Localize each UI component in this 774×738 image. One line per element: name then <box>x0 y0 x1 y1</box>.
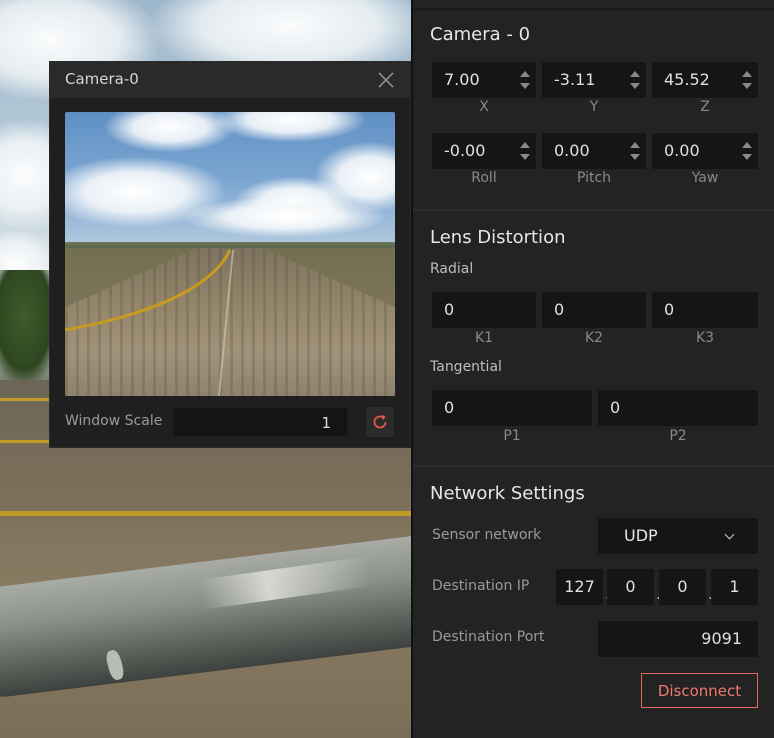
axis-label-pitch: Pitch <box>576 170 612 186</box>
label-k2: K2 <box>584 330 604 346</box>
reset-scale-button[interactable] <box>366 407 394 437</box>
chevron-down-icon <box>724 529 735 540</box>
spinner-arrows-icon[interactable] <box>742 69 752 91</box>
sensor-network-select[interactable]: UDP <box>598 518 758 554</box>
position-y-value: -3.11 <box>554 70 596 89</box>
camera-preview-window[interactable]: Camera-0 Window Scale 1 <box>50 62 410 447</box>
disconnect-label: Disconnect <box>657 682 742 700</box>
p2-value: 0 <box>610 398 621 417</box>
k3-value: 0 <box>664 300 675 319</box>
destination-port-label: Destination Port <box>432 629 545 645</box>
p1-value: 0 <box>444 398 455 417</box>
k2-value: 0 <box>554 300 565 319</box>
feed-runway-lines <box>65 249 234 396</box>
position-y-field[interactable]: -3.11 <box>542 62 646 98</box>
window-title: Camera-0 <box>65 70 139 88</box>
taxi-line <box>0 398 50 401</box>
spinner-arrows-icon[interactable] <box>742 140 752 162</box>
rotation-pitch-field[interactable]: 0.00 <box>542 133 646 169</box>
lens-section-title: Lens Distortion <box>430 227 566 248</box>
label-p1: P1 <box>503 428 521 444</box>
yaw-value: 0.00 <box>664 141 700 160</box>
position-z-field[interactable]: 45.52 <box>652 62 758 98</box>
p2-input[interactable]: 0 <box>598 390 758 426</box>
pitch-value: 0.00 <box>554 141 590 160</box>
destination-port-input[interactable]: 9091 <box>598 621 758 657</box>
window-scale-input[interactable]: 1 <box>173 407 348 437</box>
window-scale-label: Window Scale <box>65 413 163 429</box>
position-z-value: 45.52 <box>664 70 710 89</box>
network-section-title: Network Settings <box>430 483 585 504</box>
properties-panel: Camera - 0 7.00 -3.11 45.52 X Y Z -0.00 … <box>411 0 774 738</box>
panel-top-divider <box>413 8 774 10</box>
k3-input[interactable]: 0 <box>652 292 758 328</box>
axis-label-x: X <box>479 99 489 115</box>
k1-value: 0 <box>444 300 455 319</box>
destination-port-value: 9091 <box>701 629 742 648</box>
ip-octet-4[interactable]: 1 <box>711 569 758 605</box>
ip-octet-2[interactable]: 0 <box>607 569 654 605</box>
spinner-arrows-icon[interactable] <box>630 140 640 162</box>
ip-octet-3-value: 0 <box>677 577 688 596</box>
k1-input[interactable]: 0 <box>432 292 536 328</box>
section-divider <box>413 209 774 211</box>
label-k1: K1 <box>474 330 494 346</box>
radial-label: Radial <box>430 261 474 277</box>
rotation-roll-field[interactable]: -0.00 <box>432 133 536 169</box>
disconnect-button[interactable]: Disconnect <box>641 673 758 708</box>
k2-input[interactable]: 0 <box>542 292 646 328</box>
taxi-line <box>0 440 50 443</box>
tangential-label: Tangential <box>430 359 502 375</box>
axis-label-z: Z <box>700 99 710 115</box>
ip-octet-2-value: 0 <box>625 577 636 596</box>
ip-octet-1-value: 127 <box>564 577 595 596</box>
position-x-field[interactable]: 7.00 <box>432 62 536 98</box>
camera-section-title: Camera - 0 <box>430 24 531 45</box>
position-x-value: 7.00 <box>444 70 480 89</box>
roll-value: -0.00 <box>444 141 486 160</box>
camera-feed-image <box>65 112 395 396</box>
label-p2: P2 <box>669 428 687 444</box>
axis-label-roll: Roll <box>471 170 497 186</box>
section-divider <box>413 465 774 467</box>
label-k3: K3 <box>695 330 715 346</box>
sensor-network-label: Sensor network <box>432 527 542 543</box>
axis-label-y: Y <box>589 99 599 115</box>
destination-ip-label: Destination IP <box>432 578 530 594</box>
spinner-arrows-icon[interactable] <box>520 69 530 91</box>
ip-octet-4-value: 1 <box>729 577 740 596</box>
ip-octet-1[interactable]: 127 <box>556 569 603 605</box>
window-title-bar[interactable]: Camera-0 <box>50 62 410 98</box>
close-icon[interactable] <box>377 71 395 89</box>
ip-octet-3[interactable]: 0 <box>659 569 706 605</box>
rotation-yaw-field[interactable]: 0.00 <box>652 133 758 169</box>
axis-label-yaw: Yaw <box>691 170 719 186</box>
sensor-network-value: UDP <box>624 526 658 545</box>
taxi-line <box>0 511 412 516</box>
spinner-arrows-icon[interactable] <box>630 69 640 91</box>
spinner-arrows-icon[interactable] <box>520 140 530 162</box>
p1-input[interactable]: 0 <box>432 390 592 426</box>
